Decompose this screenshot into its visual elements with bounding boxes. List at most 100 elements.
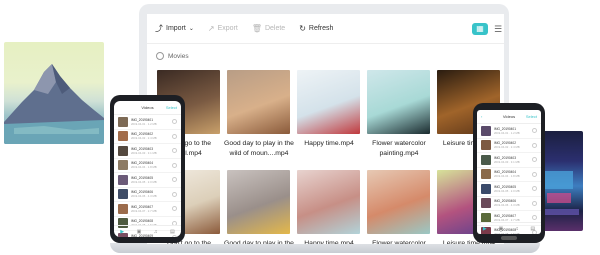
select-checkbox[interactable] — [532, 215, 537, 221]
video-thumbnail — [481, 169, 491, 180]
delete-button[interactable]: 🗑 Delete — [251, 23, 286, 33]
video-tab-icon[interactable]: ▶ — [483, 226, 487, 232]
file-caption: Flower watercolor painting.mp4 — [372, 240, 426, 244]
phone-left-title: Videos — [141, 105, 154, 110]
select-checkbox[interactable] — [532, 200, 537, 206]
export-button[interactable]: ↗ Export — [208, 24, 238, 33]
phone-left-header: Videos Select — [114, 101, 181, 115]
back-icon[interactable]: ‹ — [481, 110, 482, 124]
list-item-text: IMG_20190402 2019-04-02 · 2.4 MB — [494, 141, 529, 149]
video-meta: 2019-04-03 · 3.1 MB — [494, 159, 520, 164]
file-tab-icon[interactable]: ▤ — [530, 226, 535, 232]
list-item-text: IMG_20190405 2019-04-05 · 2.0 MB — [494, 185, 529, 193]
video-thumbnail — [118, 145, 128, 156]
chevron-down-icon: ⌄ — [188, 26, 194, 32]
music-tab-icon[interactable]: ♫ — [154, 229, 158, 235]
select-checkbox[interactable] — [172, 148, 177, 154]
list-item-text: IMG_20190402 2019-04-02 · 2.4 MB — [131, 132, 169, 140]
select-checkbox[interactable] — [532, 186, 537, 192]
photo-tab-icon[interactable]: ▣ — [498, 226, 503, 232]
file-thumbnail[interactable] — [297, 70, 360, 134]
list-item-text: IMG_20190401 2019-04-01 · 1.2 MB — [494, 127, 529, 135]
list-item[interactable]: IMG_20190402 2019-04-02 · 2.4 MB — [114, 130, 181, 144]
video-thumbnail — [481, 125, 491, 136]
file-caption: Happy time.mp4 — [304, 240, 354, 244]
delete-label: Delete — [264, 25, 286, 32]
laptop-base — [110, 243, 540, 253]
import-button[interactable]: ⤴ Import ⌄ — [155, 24, 194, 33]
music-tab-icon[interactable]: ♫ — [515, 226, 519, 232]
list-item[interactable]: IMG_20190402 2019-04-02 · 2.4 MB — [477, 139, 541, 153]
video-meta: 2019-04-01 · 1.2 MB — [131, 121, 157, 126]
list-item[interactable]: IMG_20190401 2019-04-01 · 1.2 MB — [114, 115, 181, 130]
import-label: Import — [166, 25, 186, 32]
list-item-text: IMG_20190407 2019-04-07 · 2.7 MB — [494, 214, 529, 222]
phone-right-list: IMG_20190401 2019-04-01 · 1.2 MB IMG_20190… — [477, 124, 541, 234]
video-meta: 2019-04-06 · 4.3 MB — [131, 194, 157, 199]
phone-right-select-button[interactable]: Select — [526, 110, 537, 124]
list-view-icon[interactable]: ☰ — [494, 23, 502, 35]
phone-right-header: ‹ Videos Select — [477, 110, 541, 124]
file-thumbnail[interactable] — [367, 170, 430, 234]
select-checkbox[interactable] — [532, 157, 537, 163]
list-item[interactable]: IMG_20190407 2019-04-07 · 2.7 MB — [114, 202, 181, 217]
select-checkbox[interactable] — [172, 177, 177, 183]
list-item[interactable]: IMG_20190401 2019-04-01 · 1.2 MB — [477, 124, 541, 139]
file-caption: Flower watercolor painting.mp4 — [372, 140, 426, 157]
phone-left: Videos Select IMG_20190401 2019-04-01 · 1… — [110, 95, 185, 243]
file-manager-window: ⤴ Import ⌄ ↗ Export 🗑 Delete ↻ Refresh ▦… — [147, 14, 504, 244]
select-checkbox[interactable] — [532, 142, 537, 148]
phone-right-tabbar: ▶ ▣ ♫ ▤ — [477, 222, 541, 234]
list-item-text: IMG_20190403 2019-04-03 · 3.1 MB — [494, 156, 529, 164]
file-tab-icon[interactable]: ▤ — [170, 229, 175, 235]
video-thumbnail — [118, 131, 128, 142]
refresh-icon: ↻ — [299, 23, 306, 33]
list-item-text: IMG_20190404 2019-04-04 · 1.8 MB — [494, 170, 529, 178]
file-thumbnail[interactable] — [367, 70, 430, 134]
select-checkbox[interactable] — [172, 191, 177, 197]
photo-tab-icon[interactable]: ▣ — [137, 229, 142, 235]
file-thumbnail[interactable] — [297, 170, 360, 234]
video-meta: 2019-04-02 · 2.4 MB — [494, 145, 520, 150]
select-checkbox[interactable] — [172, 119, 177, 125]
grid-view-icon[interactable]: ▦ — [472, 23, 488, 35]
video-meta: 2019-04-04 · 1.8 MB — [131, 165, 157, 170]
video-thumbnail — [481, 140, 491, 151]
video-meta: 2019-04-04 · 1.8 MB — [494, 174, 520, 179]
list-item[interactable]: IMG_20190404 2019-04-04 · 1.8 MB — [477, 168, 541, 182]
video-thumbnail — [118, 189, 128, 200]
video-tab-icon[interactable]: ▶ — [120, 229, 124, 235]
list-item-text: IMG_20190406 2019-04-06 · 4.3 MB — [494, 199, 529, 207]
list-item-text: IMG_20190407 2019-04-07 · 2.7 MB — [131, 205, 169, 213]
delete-icon: 🗑 — [251, 23, 262, 33]
list-item[interactable]: IMG_20190406 2019-04-06 · 4.3 MB — [114, 188, 181, 202]
phone-right-home-button[interactable] — [501, 236, 517, 240]
phone-left-select-button[interactable]: Select — [166, 101, 177, 115]
select-checkbox[interactable] — [172, 206, 177, 212]
list-item[interactable]: IMG_20190404 2019-04-04 · 1.8 MB — [114, 159, 181, 173]
list-item[interactable]: IMG_20190405 2019-04-05 · 2.0 MB — [477, 182, 541, 197]
export-label: Export — [217, 25, 238, 32]
mountain-picture — [4, 42, 104, 144]
video-thumbnail — [118, 203, 128, 214]
file-thumbnail[interactable] — [227, 70, 290, 134]
select-checkbox[interactable] — [532, 128, 537, 134]
video-thumbnail — [481, 198, 491, 209]
select-checkbox[interactable] — [532, 171, 537, 177]
list-item[interactable]: IMG_20190405 2019-04-05 · 2.0 MB — [114, 173, 181, 188]
select-checkbox[interactable] — [172, 162, 177, 168]
section-label: Movies — [168, 52, 189, 60]
list-item[interactable]: IMG_20190403 2019-04-03 · 3.1 MB — [477, 153, 541, 168]
refresh-button[interactable]: ↻ Refresh — [299, 23, 333, 33]
list-item-text: IMG_20190404 2019-04-04 · 1.8 MB — [131, 161, 169, 169]
file-caption: Happy time.mp4 — [304, 140, 354, 147]
list-item[interactable]: IMG_20190406 2019-04-06 · 4.3 MB — [477, 197, 541, 211]
file-thumbnail[interactable] — [227, 170, 290, 234]
list-item[interactable]: IMG_20190403 2019-04-03 · 3.1 MB — [114, 144, 181, 159]
phone-left-tabbar: ▶ ▣ ♫ ▤ — [114, 225, 181, 237]
toolbar: ⤴ Import ⌄ ↗ Export 🗑 Delete ↻ Refresh ▦… — [147, 14, 504, 44]
list-item-text: IMG_20190406 2019-04-06 · 4.3 MB — [131, 190, 169, 198]
select-checkbox[interactable] — [172, 133, 177, 139]
video-meta: 2019-04-03 · 3.1 MB — [131, 150, 157, 155]
select-all-radio[interactable] — [156, 52, 164, 60]
